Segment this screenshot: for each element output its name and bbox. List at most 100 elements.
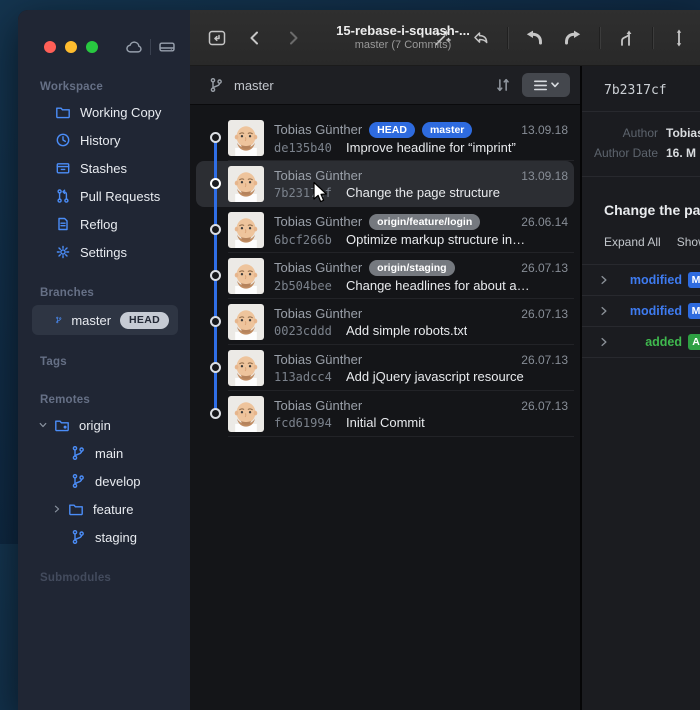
ref-badge: origin/feature/login xyxy=(369,214,480,230)
commit-message: Optimize markup structure in… xyxy=(346,232,525,247)
content: master Tobias GüntherHEADmaster13.09.18d… xyxy=(190,66,700,710)
toolbar: 15-rebase-i-squash-... master (7 Commits… xyxy=(190,10,700,66)
changed-file-row[interactable]: addedA xyxy=(582,327,700,358)
pull-request-icon xyxy=(55,188,71,204)
commit-date: 26.07.13 xyxy=(521,353,580,367)
commit-date: 26.07.13 xyxy=(521,261,580,275)
show-all-button[interactable]: Show All xyxy=(677,235,700,249)
sidebar-item-label: Working Copy xyxy=(80,105,161,120)
commit-message: Add jQuery javascript resource xyxy=(346,369,524,384)
changed-file-row[interactable]: modifiedM xyxy=(582,296,700,327)
file-status-label: added xyxy=(645,335,688,349)
commit-hash-header: 7b2317cf xyxy=(582,66,700,112)
sidebar-item-develop[interactable]: develop xyxy=(18,467,190,495)
sidebar-item-staging[interactable]: staging xyxy=(18,523,190,551)
drive-icon[interactable] xyxy=(158,38,176,56)
commit-message: Initial Commit xyxy=(346,415,425,430)
disclosure-chevron-icon[interactable] xyxy=(598,274,610,286)
sidebar-item-settings[interactable]: Settings xyxy=(18,238,190,266)
ref-badge: origin/staging xyxy=(369,260,454,276)
merge-branch-icon[interactable] xyxy=(613,26,639,50)
zoom-button[interactable] xyxy=(86,41,98,53)
avatar xyxy=(228,304,264,340)
push-arrow-icon[interactable] xyxy=(560,26,586,50)
sidebar-item-label: feature xyxy=(93,502,133,517)
sidebar-item-feature[interactable]: feature xyxy=(18,495,190,523)
stash-icon xyxy=(55,160,71,176)
sidebar-item-pull-requests[interactable]: Pull Requests xyxy=(18,182,190,210)
avatar xyxy=(228,350,264,386)
meta-field-label: Author Date xyxy=(582,143,666,163)
commit-hash: 6bcf266b xyxy=(274,233,338,247)
branch-icon xyxy=(208,77,224,93)
open-repo-icon[interactable] xyxy=(204,26,230,50)
head-badge: HEAD xyxy=(120,312,169,329)
sidebar-item-label: main xyxy=(95,446,123,461)
cloud-icon[interactable] xyxy=(125,38,143,56)
sidebar-item-working-copy[interactable]: Working Copy xyxy=(18,98,190,126)
commit-hash: 0023cddd xyxy=(274,324,338,338)
sidebar-section-label: Submodules xyxy=(18,563,190,589)
back-chevron-icon[interactable] xyxy=(242,26,268,50)
sidebar-item-origin[interactable]: origin xyxy=(18,411,190,439)
sidebar-item-history[interactable]: History xyxy=(18,126,190,154)
disclosure-chevron-icon[interactable] xyxy=(598,336,610,348)
commit-row[interactable]: Tobias Günther26.07.13113adcc4Add jQuery… xyxy=(190,345,580,391)
commit-detail-panel: 7b2317cf AuthorTobias GüntherAuthor Date… xyxy=(582,66,700,710)
expand-all-button[interactable]: Expand All xyxy=(604,235,661,249)
commit-row[interactable]: Tobias Günther26.07.13fcd61994Initial Co… xyxy=(190,391,580,437)
commit-author: Tobias Günther xyxy=(274,214,362,229)
sidebar-item-label: Settings xyxy=(80,245,127,260)
pull-arrow-icon[interactable] xyxy=(521,26,547,50)
commit-row[interactable]: Tobias Güntherorigin/staging26.07.132b50… xyxy=(190,253,580,299)
divider xyxy=(652,27,653,49)
divider xyxy=(507,27,508,49)
commit-message: Add simple robots.txt xyxy=(346,323,467,338)
avatar xyxy=(228,166,264,202)
repo-subtitle: master (7 Commits) xyxy=(318,39,488,53)
sidebar-item-label: Reflog xyxy=(80,217,118,232)
commit-graph-node xyxy=(210,178,221,189)
avatar xyxy=(228,258,264,294)
chevron-right-icon[interactable] xyxy=(52,504,62,514)
sidebar-sections: Workspace Working Copy History Stashes Pull … xyxy=(18,72,190,589)
commit-date: 26.06.14 xyxy=(521,215,580,229)
avatar xyxy=(228,396,264,432)
disclosure-chevron-icon[interactable] xyxy=(598,305,610,317)
commit-hash: de135b40 xyxy=(274,141,338,155)
commit-row[interactable]: Tobias Günther origin/feature/login 26.06.… xyxy=(190,207,580,253)
sidebar-section-label: Remotes xyxy=(18,385,190,411)
sidebar-item-label: Stashes xyxy=(80,161,127,176)
chevron-down-icon[interactable] xyxy=(38,420,48,430)
sidebar: Workspace Working Copy History Stashes Pull … xyxy=(18,10,190,710)
file-status-label: modified xyxy=(630,304,688,318)
current-branch-label: master xyxy=(234,78,274,93)
commit-graph-node xyxy=(210,270,221,281)
sidebar-section-label: Workspace xyxy=(18,72,190,98)
commit-graph-node xyxy=(210,132,221,143)
sidebar-item-reflog[interactable]: Reflog xyxy=(18,210,190,238)
fetch-arrow-icon[interactable] xyxy=(666,26,692,50)
compare-icon[interactable] xyxy=(494,76,512,94)
sidebar-item-master[interactable]: masterHEAD xyxy=(32,305,178,335)
meta-field-value: Tobias Günther xyxy=(666,123,700,143)
view-mode-dropdown[interactable] xyxy=(522,73,570,97)
commit-row[interactable]: Tobias Günther26.07.130023cdddAdd simple… xyxy=(190,299,580,345)
commit-author: Tobias Günther xyxy=(274,122,362,137)
commit-row[interactable]: Tobias Günther13.09.187b2317cfChange the… xyxy=(190,161,580,207)
avatar xyxy=(228,120,264,156)
changed-file-row[interactable]: modifiedM xyxy=(582,265,700,296)
close-button[interactable] xyxy=(44,41,56,53)
ref-badge: master xyxy=(422,122,472,138)
sidebar-item-stashes[interactable]: Stashes xyxy=(18,154,190,182)
forward-chevron-icon[interactable] xyxy=(280,26,306,50)
commit-row[interactable]: Tobias GüntherHEADmaster13.09.18de135b40… xyxy=(190,115,580,161)
divider xyxy=(150,39,151,55)
traffic-lights xyxy=(44,41,98,53)
sidebar-item-main[interactable]: main xyxy=(18,439,190,467)
sidebar-titlebar xyxy=(18,10,190,72)
reflog-icon xyxy=(55,216,71,232)
minimize-button[interactable] xyxy=(65,41,77,53)
commit-list: Tobias GüntherHEADmaster13.09.18de135b40… xyxy=(190,105,580,710)
file-status-badge: M xyxy=(688,272,700,288)
